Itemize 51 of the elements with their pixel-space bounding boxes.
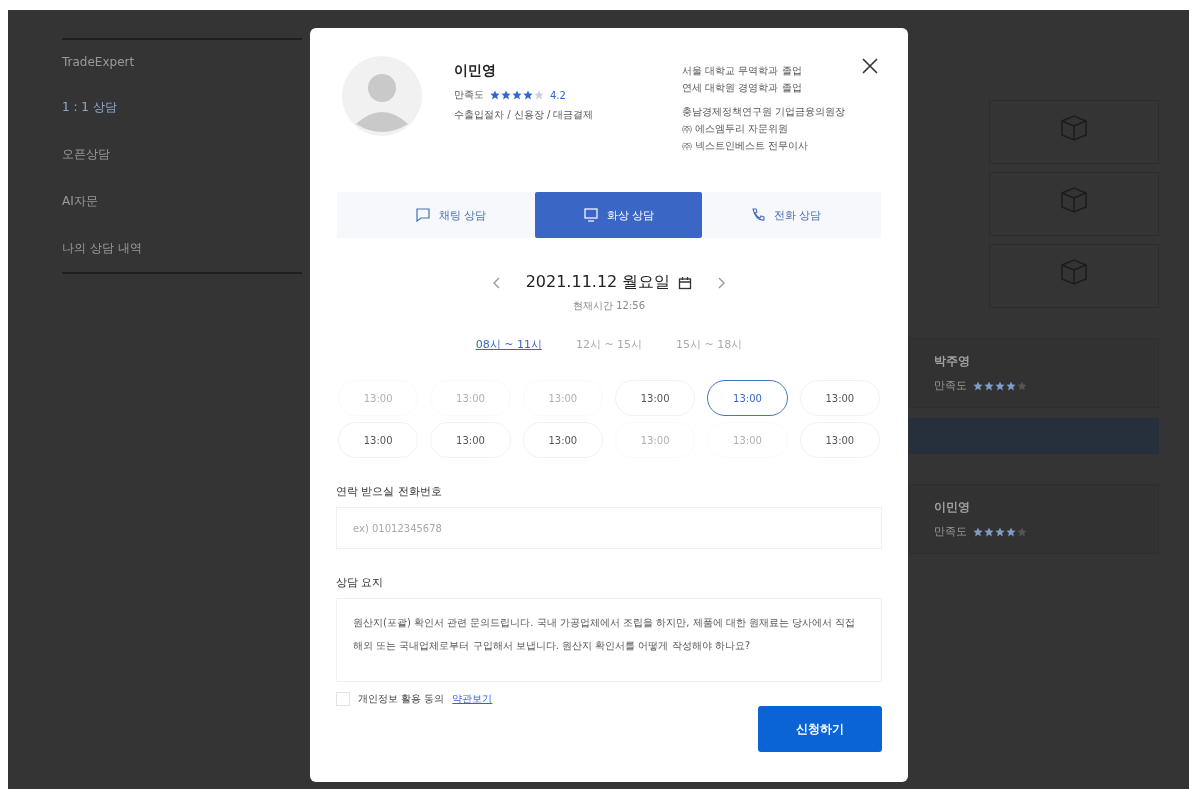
career-item: 서울 대학교 무역학과 졸업: [682, 64, 802, 78]
current-time: 현재시간 12:56: [572, 299, 646, 313]
consult-tab[interactable]: 전화 상담: [702, 192, 870, 238]
time-slot[interactable]: 13:00: [430, 422, 511, 458]
summary-text-area[interactable]: 원산지(포괄) 확인서 관련 문의드립니다. 국내 가공업체에서 조립을 하지만, 제품에 대한 원재료는 당사에서 직접 해외 또는 국내업체로부터 구입해서 보냅니다. 원산지 확인서를 어떻게 작성해야 하나요?: [336, 598, 882, 682]
chevron-left-icon: [491, 276, 500, 289]
time-range-tab[interactable]: 08시 ~ 11시: [473, 335, 544, 354]
expertise-text: 수출입절차 / 신용장 / 대금결제: [454, 108, 595, 122]
field-label: 연락 받으실 전화번호: [336, 484, 443, 499]
career-item: 충남경제정책연구원 기업금융의원장: [682, 105, 846, 119]
consult-tab[interactable]: 화상 상담: [534, 192, 702, 238]
time-slot[interactable]: 13:00: [615, 380, 696, 416]
expert-name: 박주영: [934, 353, 971, 370]
time-slot[interactable]: 13:00: [522, 422, 603, 458]
chevron-right-icon: [718, 276, 727, 289]
date-text: 2021.11.12 월요일: [525, 272, 671, 293]
time-slot[interactable]: 13:00: [799, 422, 880, 458]
consult-button[interactable]: [909, 418, 1159, 454]
video-icon: [582, 207, 599, 223]
rating-label: 만족도: [934, 524, 967, 539]
sidebar-item[interactable]: TradeExpert: [62, 40, 302, 84]
phone-icon: [750, 207, 766, 223]
avatar-icon: [342, 56, 422, 136]
career-item: ㈜ 에스엠두리 자문위원: [682, 122, 789, 136]
time-slot[interactable]: 13:00: [799, 380, 880, 416]
time-slot[interactable]: 13:00: [707, 380, 788, 416]
time-slot[interactable]: 13:00: [338, 422, 419, 458]
calendar-icon: [678, 275, 693, 290]
sidebar-item[interactable]: 오픈상담: [62, 131, 302, 178]
sidebar-item[interactable]: 1 : 1 상담: [62, 84, 302, 131]
sidebar-item[interactable]: AI자문: [62, 178, 302, 225]
submit-button[interactable]: 신청하기: [758, 706, 882, 752]
field-label: 상담 요지: [336, 575, 385, 590]
consent-checkbox[interactable]: [336, 692, 350, 706]
expert-name: 이민영: [454, 62, 497, 80]
career-item: ㈜ 넥스트인베스트 전무이사: [682, 139, 809, 153]
sidebar-item[interactable]: 나의 상담 내역: [62, 225, 302, 272]
terms-link[interactable]: 약관보기: [452, 692, 493, 706]
box-icon: [1059, 113, 1089, 141]
box-icon: [1059, 257, 1089, 285]
career-item: 연세 대학원 경영학과 졸업: [682, 81, 802, 95]
phone-input-field[interactable]: ex) 01012345678: [336, 507, 882, 549]
consult-tab[interactable]: 채팅 상담: [367, 192, 535, 238]
expert-name: 이민영: [934, 499, 971, 516]
box-icon: [1059, 185, 1089, 213]
rating-label: 만족도: [454, 88, 484, 102]
rating-label: 만족도: [934, 378, 967, 393]
chat-icon: [415, 207, 431, 223]
rating-value: 4.2: [550, 89, 566, 101]
close-icon: [862, 58, 878, 74]
consent-label: 개인정보 활용 동의: [358, 692, 445, 706]
